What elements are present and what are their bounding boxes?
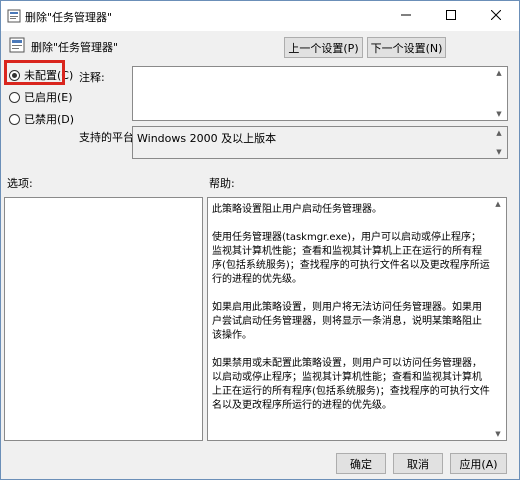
close-button[interactable] bbox=[473, 1, 518, 31]
minimize-icon bbox=[400, 10, 411, 23]
comment-textarea[interactable]: ▲ ▼ bbox=[132, 66, 508, 121]
window-title: 删除"任务管理器" bbox=[25, 11, 113, 24]
scroll-up-arrow-icon[interactable]: ▲ bbox=[495, 199, 500, 209]
platform-field: Windows 2000 及以上版本 ▲ ▼ bbox=[132, 126, 508, 159]
help-paragraph: 如果禁用或未配置此策略设置，则用户可以访问任务管理器，以启动或停止程序；监视其计… bbox=[212, 358, 490, 411]
comment-scrollbar[interactable]: ▲ ▼ bbox=[492, 68, 506, 119]
radio-label: 已禁用(D) bbox=[24, 113, 75, 126]
platform-value: Windows 2000 及以上版本 bbox=[137, 132, 277, 145]
options-panel bbox=[4, 197, 203, 441]
radio-button[interactable] bbox=[9, 91, 20, 103]
help-scrollbar[interactable]: ▲ ▼ bbox=[491, 199, 505, 439]
maximize-button[interactable] bbox=[428, 1, 473, 31]
policy-settings-icon bbox=[9, 37, 25, 53]
title-bar[interactable]: 删除"任务管理器" bbox=[1, 1, 519, 31]
options-label: 选项: bbox=[7, 177, 33, 190]
help-paragraph: 此策略设置阻止用户启动任务管理器。 bbox=[212, 204, 382, 215]
cancel-button[interactable]: 取消 bbox=[393, 453, 443, 474]
ok-button[interactable]: 确定 bbox=[336, 453, 386, 474]
radio-enabled[interactable]: 已启用(E) bbox=[9, 89, 73, 105]
radio-label: 已启用(E) bbox=[24, 91, 73, 104]
previous-setting-button[interactable]: 上一个设置(P) bbox=[284, 37, 363, 58]
scroll-up-arrow-icon[interactable]: ▲ bbox=[496, 128, 501, 138]
radio-button[interactable] bbox=[9, 113, 20, 125]
close-icon bbox=[490, 9, 501, 23]
help-paragraph: 使用任务管理器(taskmgr.exe)，用户可以启动或停止程序；监视其计算机性… bbox=[212, 232, 490, 285]
apply-button[interactable]: 应用(A) bbox=[450, 453, 507, 474]
policy-settings-icon bbox=[7, 9, 21, 23]
next-setting-button[interactable]: 下一个设置(N) bbox=[367, 37, 446, 58]
help-paragraph: 如果启用此策略设置，则用户将无法访问任务管理器。如果用户尝试启动任务管理器，则将… bbox=[212, 302, 482, 341]
radio-disabled[interactable]: 已禁用(D) bbox=[9, 111, 74, 127]
platform-label: 支持的平台: bbox=[79, 131, 138, 144]
scroll-down-arrow-icon[interactable]: ▼ bbox=[496, 147, 501, 157]
policy-settings-dialog: 删除"任务管理器" 删除"任务管理器" 上一个设置(P) 下一个设置(N) 未配… bbox=[0, 0, 520, 480]
highlight-annotation bbox=[4, 60, 65, 85]
policy-heading: 删除"任务管理器" bbox=[31, 41, 119, 54]
help-panel: 此策略设置阻止用户启动任务管理器。 使用任务管理器(taskmgr.exe)，用… bbox=[207, 197, 507, 441]
minimize-button[interactable] bbox=[383, 1, 428, 31]
comment-label: 注释: bbox=[79, 71, 105, 84]
platform-scrollbar[interactable]: ▲ ▼ bbox=[492, 128, 506, 157]
help-label: 帮助: bbox=[209, 177, 235, 190]
scroll-up-arrow-icon[interactable]: ▲ bbox=[496, 68, 501, 78]
scroll-down-arrow-icon[interactable]: ▼ bbox=[495, 429, 500, 439]
maximize-icon bbox=[445, 9, 456, 23]
scroll-down-arrow-icon[interactable]: ▼ bbox=[496, 109, 501, 119]
